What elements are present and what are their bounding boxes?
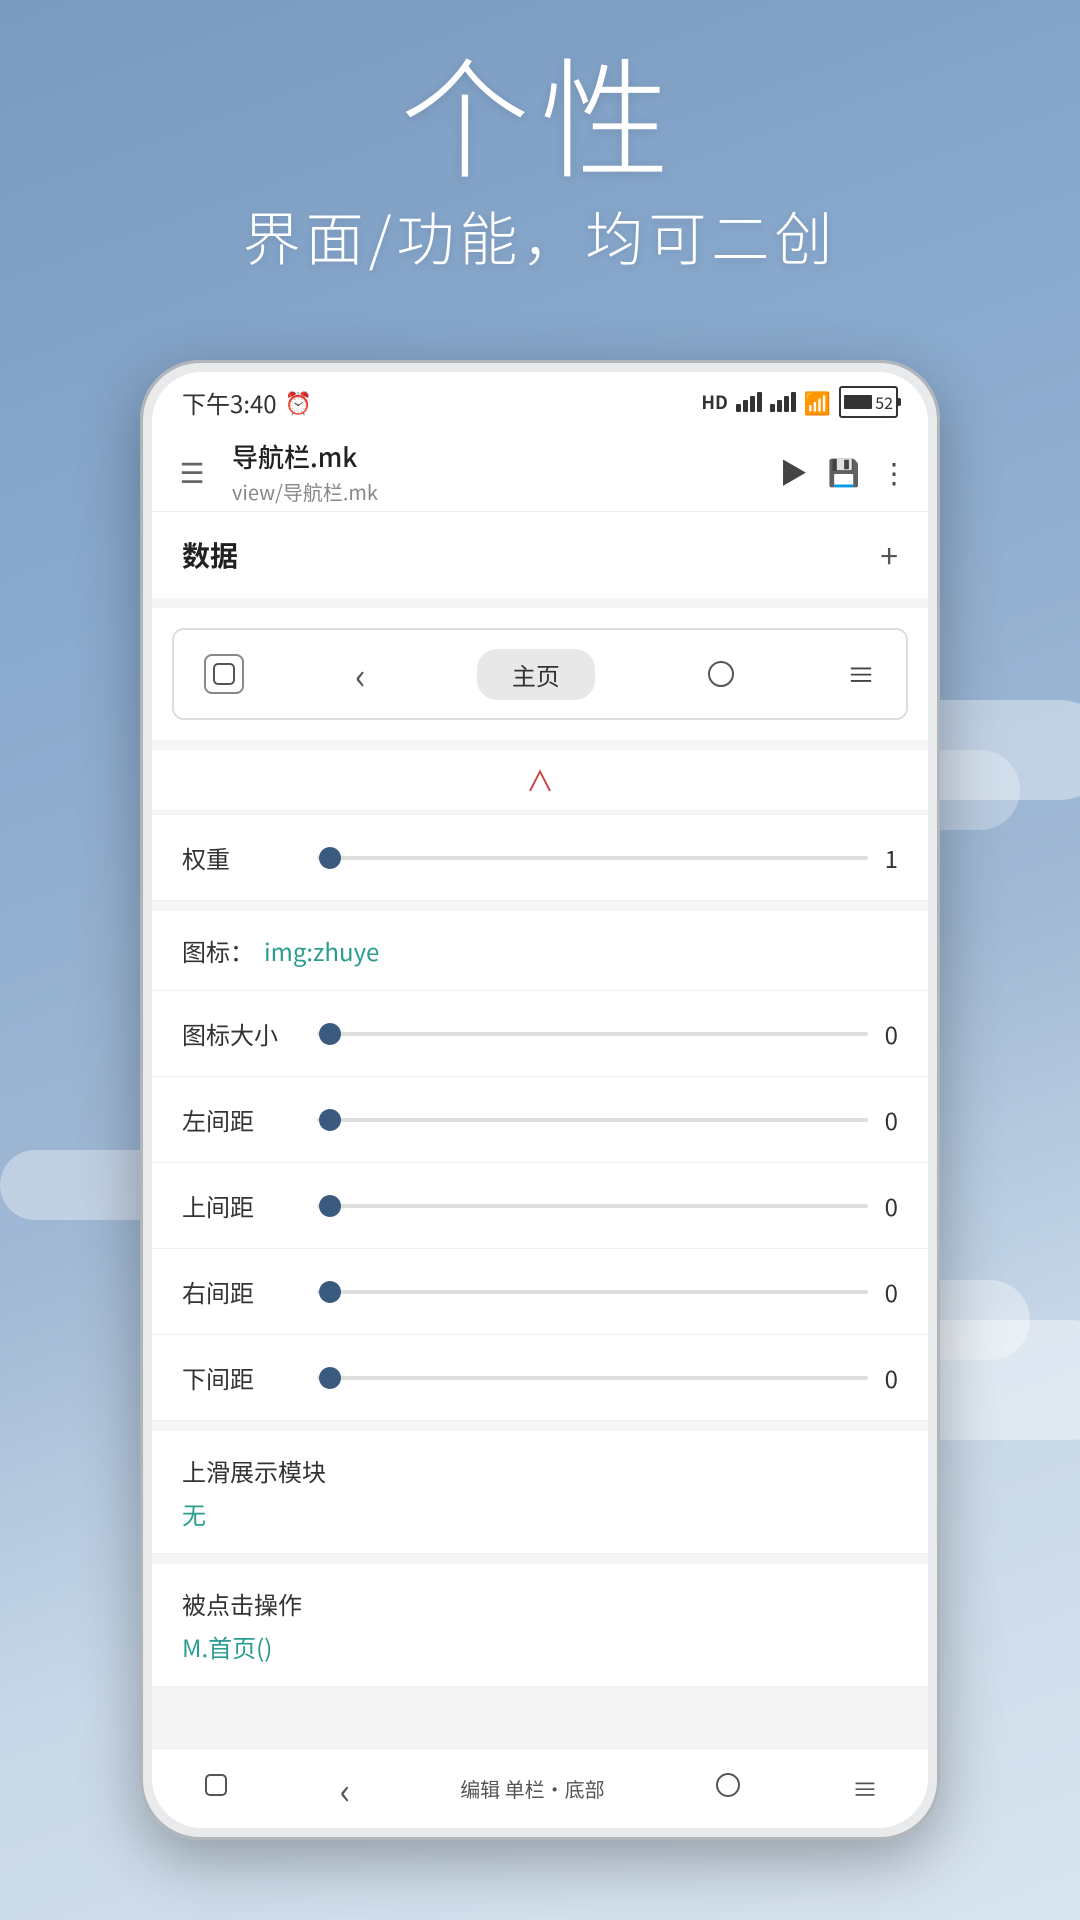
bottom-recent-icon[interactable] bbox=[202, 1770, 230, 1807]
weight-setting-row: 权重 1 bbox=[152, 815, 928, 901]
save-button[interactable]: 💾 bbox=[828, 453, 860, 490]
left-margin-slider-thumb[interactable] bbox=[319, 1109, 341, 1131]
toolbar-actions: ▶ 💾 ⋮ bbox=[780, 452, 908, 492]
add-data-button[interactable]: + bbox=[880, 532, 898, 578]
headline-sub-text: 界面/功能，均可二创 bbox=[0, 193, 1080, 277]
top-margin-slider-thumb[interactable] bbox=[319, 1195, 341, 1217]
more-button[interactable]: ⋮ bbox=[880, 452, 908, 492]
wifi-icon: 📶 bbox=[804, 386, 831, 418]
toolbar-subtitle: view/导航栏.mk bbox=[232, 477, 765, 506]
top-margin-setting-row: 上间距 0 bbox=[152, 1163, 928, 1249]
bottom-margin-slider-thumb[interactable] bbox=[319, 1367, 341, 1389]
bottom-back-icon[interactable]: ‹ bbox=[340, 1763, 351, 1815]
headline-main-text: 个性 bbox=[0, 40, 1080, 183]
battery-fill bbox=[844, 395, 872, 409]
left-margin-slider-area[interactable] bbox=[317, 1118, 868, 1122]
top-margin-value: 0 bbox=[868, 1188, 898, 1223]
icon-size-slider-track[interactable] bbox=[317, 1032, 868, 1036]
right-margin-label: 右间距 bbox=[182, 1274, 302, 1309]
top-margin-slider-area[interactable] bbox=[317, 1204, 868, 1208]
bottom-margin-value: 0 bbox=[868, 1360, 898, 1395]
icon-size-slider-thumb[interactable] bbox=[319, 1023, 341, 1045]
hd-icon: HD bbox=[701, 389, 727, 415]
bottom-margin-setting-row: 下间距 0 bbox=[152, 1335, 928, 1421]
bottom-menu-icon[interactable]: ≡ bbox=[852, 1770, 878, 1807]
phone-screen: 下午3:40 ⏰ HD 📶 bbox=[152, 372, 928, 1828]
weight-label: 权重 bbox=[182, 840, 302, 875]
signal-icon bbox=[736, 392, 762, 412]
status-right: HD 📶 52 bbox=[701, 386, 898, 418]
slide-module-row: 上滑展示模块 无 bbox=[152, 1431, 928, 1554]
divider-3 bbox=[152, 1554, 928, 1564]
app-toolbar: ☰ 导航栏.mk view/导航栏.mk ▶ 💾 ⋮ bbox=[152, 432, 928, 512]
bottom-home-icon[interactable] bbox=[714, 1770, 742, 1807]
status-left: 下午3:40 ⏰ bbox=[182, 385, 312, 420]
bottom-margin-slider-track[interactable] bbox=[317, 1376, 868, 1380]
right-margin-slider-thumb[interactable] bbox=[319, 1281, 341, 1303]
slide-module-value[interactable]: 无 bbox=[182, 1496, 898, 1531]
run-button[interactable]: ▶ bbox=[780, 452, 808, 492]
slide-module-title: 上滑展示模块 bbox=[182, 1453, 898, 1488]
bottom-nav-label: 编辑 单栏·底部 bbox=[460, 1774, 604, 1803]
collapse-indicator[interactable]: ∧ bbox=[152, 750, 928, 810]
alarm-icon: ⏰ bbox=[285, 386, 312, 418]
icon-size-label: 图标大小 bbox=[182, 1016, 302, 1051]
click-action-row: 被点击操作 M.首页() bbox=[152, 1564, 928, 1687]
nav-bar-demo: ‹ 主页 ≡ bbox=[172, 628, 908, 720]
signal-icon-2 bbox=[770, 392, 796, 412]
content-area: 数据 + ‹ 主页 ≡ ∧ bbox=[152, 512, 928, 1748]
click-action-value[interactable]: M.首页() bbox=[182, 1629, 898, 1664]
nav-back-icon[interactable]: ‹ bbox=[355, 648, 366, 700]
icon-size-setting-row: 图标大小 0 bbox=[152, 991, 928, 1077]
headline-section: 个性 界面/功能，均可二创 bbox=[0, 40, 1080, 277]
top-margin-label: 上间距 bbox=[182, 1188, 302, 1223]
battery-indicator: 52 bbox=[839, 386, 898, 418]
bottom-margin-label: 下间距 bbox=[182, 1360, 302, 1395]
right-margin-slider-area[interactable] bbox=[317, 1290, 868, 1294]
right-margin-slider-track[interactable] bbox=[317, 1290, 868, 1294]
divider-1 bbox=[152, 901, 928, 911]
toolbar-title-block: 导航栏.mk view/导航栏.mk bbox=[232, 438, 765, 506]
nav-recent-icon[interactable] bbox=[204, 654, 244, 694]
weight-slider-track[interactable] bbox=[317, 856, 868, 860]
right-margin-setting-row: 右间距 0 bbox=[152, 1249, 928, 1335]
bottom-margin-slider-area[interactable] bbox=[317, 1376, 868, 1380]
nav-menu-icon[interactable]: ≡ bbox=[847, 654, 876, 694]
settings-container: 权重 1 图标： img:zhuye 图标大小 bbox=[152, 815, 928, 1687]
status-time: 下午3:40 bbox=[182, 385, 277, 420]
phone-bottom-nav: ‹ 编辑 单栏·底部 ≡ bbox=[152, 1748, 928, 1828]
weight-slider-thumb[interactable] bbox=[319, 847, 341, 869]
left-margin-slider-track[interactable] bbox=[317, 1118, 868, 1122]
right-margin-value: 0 bbox=[868, 1274, 898, 1309]
left-margin-label: 左间距 bbox=[182, 1102, 302, 1137]
toolbar-title: 导航栏.mk bbox=[232, 438, 765, 475]
data-section-header: 数据 + bbox=[152, 512, 928, 598]
left-margin-value: 0 bbox=[868, 1102, 898, 1137]
top-margin-slider-track[interactable] bbox=[317, 1204, 868, 1208]
weight-value: 1 bbox=[868, 840, 898, 875]
icon-size-slider-area[interactable] bbox=[317, 1032, 868, 1036]
click-action-title: 被点击操作 bbox=[182, 1586, 898, 1621]
icon-setting-row: 图标： img:zhuye bbox=[152, 911, 928, 991]
battery-percent: 52 bbox=[875, 390, 893, 414]
hamburger-menu-icon[interactable]: ☰ bbox=[172, 452, 212, 492]
nav-preview: ‹ 主页 ≡ bbox=[152, 608, 928, 740]
icon-value[interactable]: img:zhuye bbox=[264, 933, 379, 968]
left-margin-setting-row: 左间距 0 bbox=[152, 1077, 928, 1163]
icon-size-value: 0 bbox=[868, 1016, 898, 1051]
chevron-up-icon: ∧ bbox=[526, 760, 554, 800]
section-title: 数据 bbox=[182, 535, 238, 575]
nav-circle-icon[interactable] bbox=[706, 659, 736, 689]
weight-slider-area[interactable] bbox=[317, 856, 868, 860]
nav-home-button[interactable]: 主页 bbox=[477, 649, 595, 700]
status-bar: 下午3:40 ⏰ HD 📶 bbox=[152, 372, 928, 432]
icon-label: 图标： bbox=[182, 933, 254, 968]
divider-2 bbox=[152, 1421, 928, 1431]
phone-frame: 下午3:40 ⏰ HD 📶 bbox=[140, 360, 940, 1840]
